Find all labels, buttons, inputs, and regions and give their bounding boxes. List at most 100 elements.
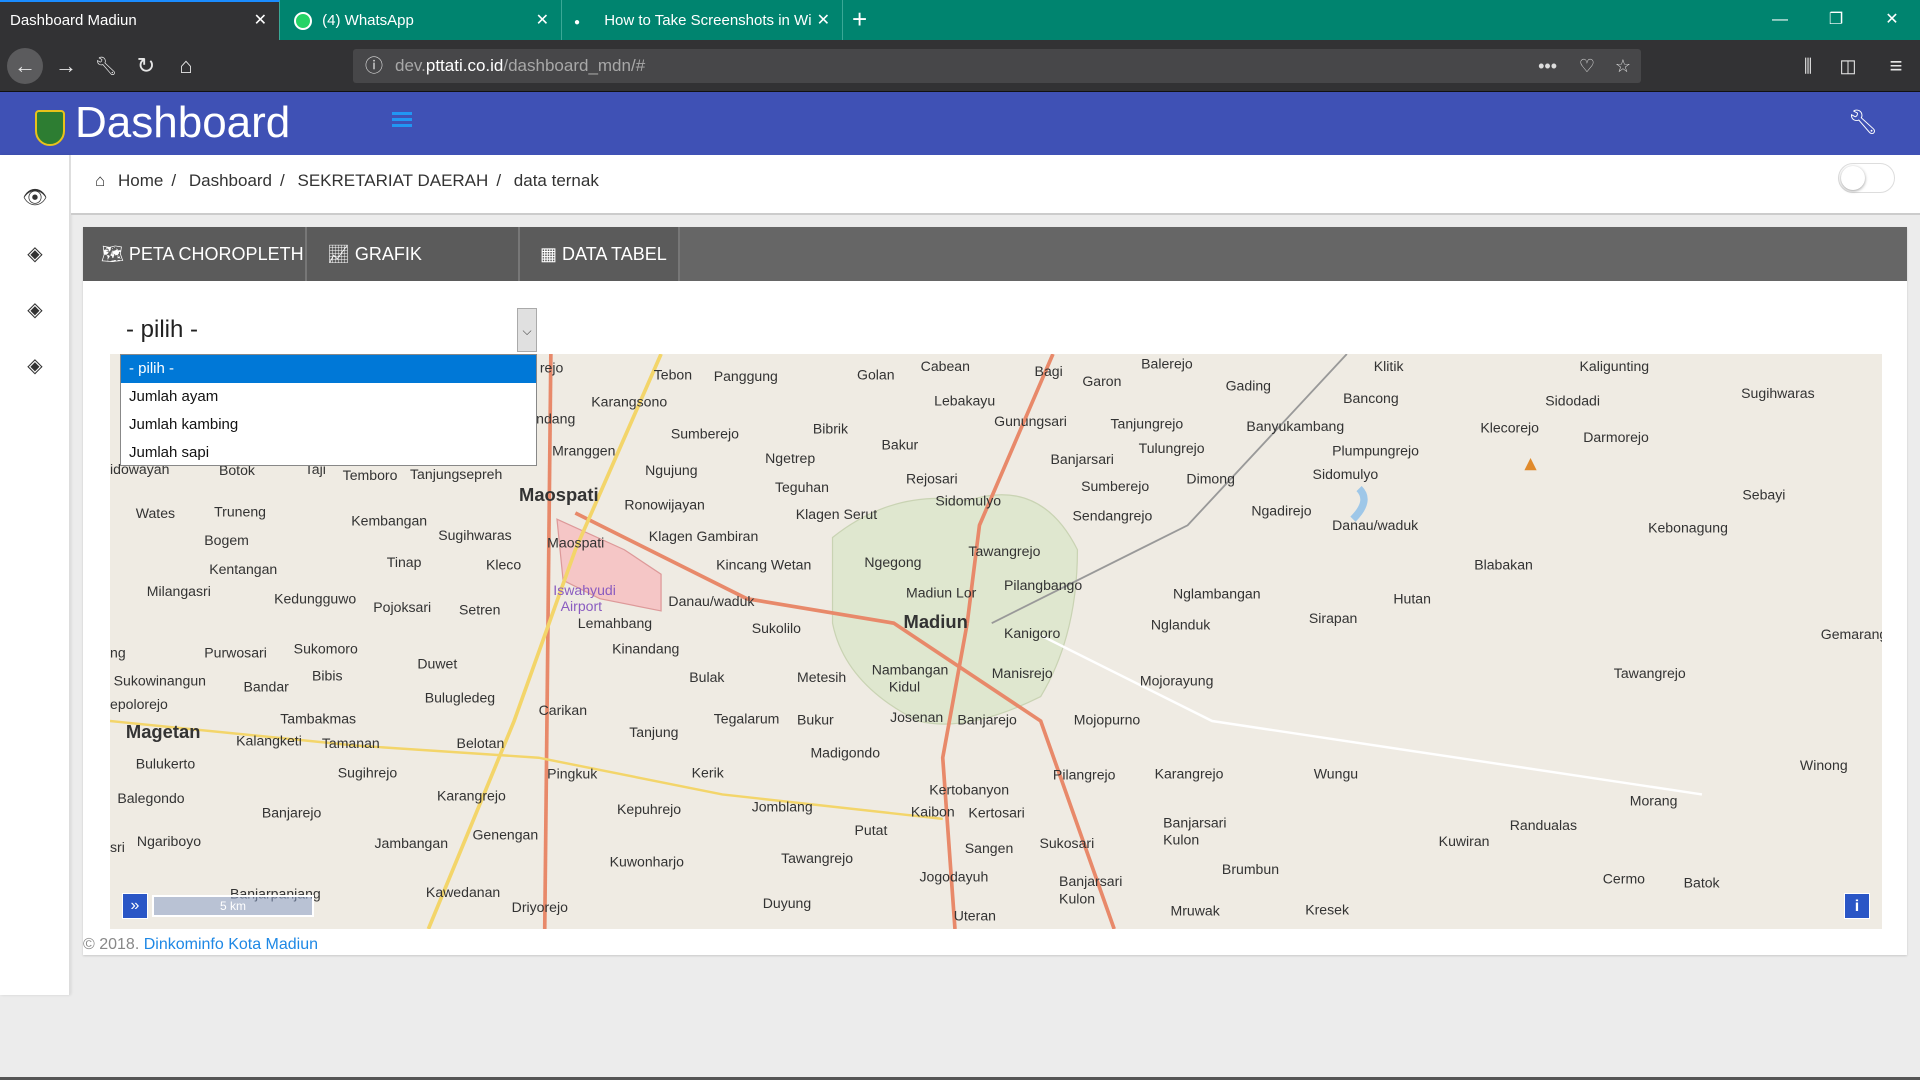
map-place-label: Kentangan: [209, 561, 277, 577]
map-place-label: Sumberejo: [1081, 478, 1149, 494]
scale-bar: 5 km: [152, 895, 314, 917]
map-place-label: Bulugledeg: [425, 690, 495, 706]
chevron-down-icon[interactable]: ⌵: [517, 308, 537, 352]
close-window-button[interactable]: ✕: [1864, 0, 1920, 40]
map-place-label: Ngariboyo: [137, 833, 201, 849]
map-place-label: Danau/waduk: [1332, 517, 1419, 533]
map-place-label: Sumberejo: [671, 425, 739, 441]
bookmark-star-icon[interactable]: ☆: [1615, 49, 1631, 83]
more-actions-icon[interactable]: •••: [1538, 49, 1557, 83]
restore-button[interactable]: ❐: [1808, 0, 1864, 40]
map-place-label: Tawangrejo: [968, 543, 1040, 559]
settings-wrench-icon[interactable]: 🔧︎: [1848, 108, 1878, 137]
map-place-label: Madigondo: [810, 745, 880, 761]
map-place-label: Uteran: [954, 907, 996, 923]
map-place-label: Tinap: [387, 554, 422, 570]
map-place-label: Klagen Serut: [796, 506, 877, 522]
map-place-label: Plumpungrejo: [1332, 443, 1419, 459]
hamburger-menu-icon[interactable]: [392, 112, 412, 130]
tab-peta-choropleth[interactable]: 🗺︎ PETA CHOROPLETH: [83, 227, 307, 281]
map-place-label: Kaibon: [911, 803, 955, 819]
map-place-label: Kawedanan: [426, 884, 500, 900]
option-jumlah-sapi[interactable]: Jumlah sapi: [121, 439, 536, 467]
library-icon[interactable]: ⫼: [1790, 48, 1826, 84]
map-place-label: Golan: [857, 367, 895, 383]
browser-tab-whatsapp[interactable]: (4) WhatsApp ✕: [280, 0, 562, 40]
lake: [1350, 485, 1368, 522]
menu-icon[interactable]: ≡: [1878, 48, 1914, 84]
map-place-label: Madiun: [904, 611, 968, 632]
eye-icon[interactable]: 👁︎: [22, 185, 48, 210]
map-place-label: Tegalarum: [714, 710, 780, 726]
map-place-label: Kertosari: [968, 805, 1024, 821]
map-place-label: Karangrejo: [1155, 766, 1224, 782]
pocket-icon[interactable]: ♡: [1579, 49, 1595, 83]
sidebar-toggle-icon[interactable]: ◫: [1830, 48, 1866, 84]
map-place-label: Carikan: [539, 702, 587, 718]
close-tab-icon[interactable]: ✕: [817, 0, 830, 42]
tab-grafik-summary[interactable]: 📈︎ GRAFIK SUMMARY: [307, 227, 520, 318]
reload-button[interactable]: ↻: [128, 48, 164, 84]
map-place-label: Rejosari: [906, 471, 958, 487]
app-header: Dashboard 🔧︎: [0, 92, 1920, 155]
map-place-label: Kinandang: [612, 641, 679, 657]
map-place-label: Mojopurno: [1074, 712, 1141, 728]
option-jumlah-ayam[interactable]: Jumlah ayam: [121, 383, 536, 411]
map-place-label: Kanigoro: [1004, 625, 1060, 641]
tab-data-tabel[interactable]: ▦ DATA TABEL: [520, 227, 680, 281]
breadcrumb-sekretariat[interactable]: SEKRETARIAT DAERAH: [297, 171, 488, 190]
map-place-label: Pojoksari: [373, 599, 431, 615]
layers-icon[interactable]: ◈: [22, 241, 48, 266]
whatsapp-icon: [294, 12, 312, 31]
map-place-label: Kalangketi: [236, 732, 302, 748]
footer: © 2018. Dinkominfo Kota Madiun: [83, 936, 318, 954]
option-jumlah-kambing[interactable]: Jumlah kambing: [121, 411, 536, 439]
map-place-label: Kuwiran: [1439, 833, 1490, 849]
map-place-label: Ngetrep: [765, 450, 815, 466]
map-place-label: Sukolilo: [752, 620, 801, 636]
layers-icon[interactable]: ◈: [22, 297, 48, 322]
breadcrumb-dashboard[interactable]: Dashboard: [189, 171, 272, 190]
browser-tab-screenshots[interactable]: ● How to Take Screenshots in Wi ✕: [562, 0, 843, 40]
option-pilih[interactable]: - pilih -: [121, 355, 536, 383]
map-place-label: Lebakayu: [934, 392, 995, 408]
breadcrumb-home[interactable]: Home: [118, 171, 163, 190]
map-place-label: Maospati: [519, 484, 599, 505]
map-place-label: Banyukambang: [1246, 418, 1344, 434]
indicator-select[interactable]: - pilih - ⌵: [110, 308, 537, 352]
map-place-label: Cabean: [921, 358, 970, 374]
map-place-label: Gunungsari: [994, 413, 1067, 429]
toggle-switch[interactable]: [1838, 163, 1895, 193]
minimize-button[interactable]: —: [1752, 0, 1808, 40]
map-place-label: Kerik: [692, 764, 725, 780]
url-bar[interactable]: ⓘ dev.pttati.co.id/dashboard_mdn/# ••• ♡…: [353, 49, 1641, 83]
content-panel: 🗺︎ PETA CHOROPLETH 📈︎ GRAFIK SUMMARY ▦ D…: [83, 227, 1907, 955]
new-tab-button[interactable]: +: [852, 0, 867, 38]
map-place-label: Setren: [459, 602, 500, 618]
map-place-label: Klitik: [1374, 358, 1405, 374]
copyright-text: © 2018.: [83, 936, 144, 953]
forward-button[interactable]: →: [48, 48, 84, 84]
back-button[interactable]: ←: [7, 48, 43, 84]
map-place-label: Brumbun: [1222, 861, 1279, 877]
home-button[interactable]: ⌂: [168, 48, 204, 84]
sidebar: 👁︎ ◈ ◈ ◈: [0, 155, 70, 995]
map-place-label: Sukosari: [1039, 835, 1094, 851]
info-icon[interactable]: ⓘ: [365, 49, 383, 83]
map-info-button[interactable]: i: [1844, 893, 1870, 919]
map-place-label: Driyorejo: [512, 899, 568, 915]
map-place-label: Lemahbang: [578, 615, 652, 631]
map-place-label: Metesih: [797, 669, 846, 685]
map-place-label: Belotan: [457, 735, 505, 751]
footer-link[interactable]: Dinkominfo Kota Madiun: [144, 936, 318, 953]
wrench-icon[interactable]: 🔧︎: [88, 48, 124, 84]
expand-control-button[interactable]: »: [122, 893, 148, 919]
close-tab-icon[interactable]: ✕: [254, 2, 267, 40]
map-place-label: Kaligunting: [1580, 358, 1650, 374]
close-tab-icon[interactable]: ✕: [536, 0, 549, 42]
layers-icon[interactable]: ◈: [22, 353, 48, 378]
map-place-label: Bulak: [689, 669, 725, 685]
map-icon: 🗺︎: [101, 244, 124, 264]
map-place-label: Pilangbango: [1004, 577, 1082, 593]
browser-tab-dashboard[interactable]: Dashboard Madiun ✕: [0, 0, 280, 40]
